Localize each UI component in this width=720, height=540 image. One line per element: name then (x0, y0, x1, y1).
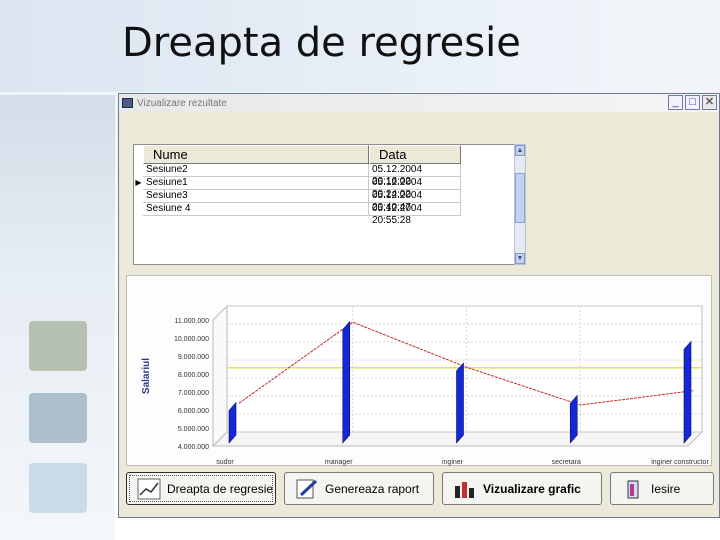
regression-line-label: Dreapta de regresie (167, 481, 274, 496)
bar-chart-icon (455, 481, 474, 498)
view-chart-button[interactable]: Vizualizare grafic (442, 472, 602, 505)
regression-line-button[interactable]: Dreapta de regresie (126, 472, 276, 505)
table-row[interactable]: ▶ Sesiune1 05.12.2004 20:24:02 (134, 177, 525, 200)
sessions-grid[interactable]: Nume Data Sesiune2 05.12.2004 20:16:02 ▶… (133, 144, 526, 265)
row-indicator (134, 203, 143, 216)
grid-scrollbar[interactable]: ▲ ▼ (514, 144, 526, 265)
x-tick-label: inginer (442, 459, 464, 466)
cell-name[interactable]: Sesiune3 (143, 190, 369, 203)
app-icon (122, 98, 133, 108)
cell-date[interactable]: 05.12.2004 20:16:02 (369, 164, 461, 187)
decor-square-2 (29, 393, 87, 443)
generate-report-button[interactable]: Genereaza raport (284, 472, 434, 505)
cell-name[interactable]: Sesiune2 (143, 164, 369, 177)
y-tick-label: 9.000.000 (178, 354, 209, 361)
maximize-button[interactable]: □ (685, 95, 700, 110)
results-window: Vizualizare rezultate _ □ ✕ Nume Data Se… (118, 93, 720, 518)
x-tick-label: manager (325, 459, 353, 466)
scroll-thumb[interactable] (515, 173, 525, 223)
y-tick-label: 4.000.000 (178, 444, 209, 451)
view-chart-label: Vizualizare grafic (483, 481, 581, 496)
y-tick-label: 6.000.000 (178, 408, 209, 415)
row-indicator: ▶ (135, 178, 142, 187)
chart-back-wall (226, 305, 703, 433)
y-tick-label: 11.000.000 (174, 318, 209, 325)
y-tick-label: 10.000.000 (174, 336, 209, 343)
close-button[interactable]: ✕ (702, 95, 717, 110)
table-row[interactable]: Sesiune2 05.12.2004 20:16:02 (134, 164, 525, 187)
exit-label: Iesire (651, 481, 681, 496)
cell-date[interactable]: 05.12.2004 20:55:28 (369, 203, 461, 226)
x-tick-label: secretara (552, 459, 581, 466)
decor-square-1 (29, 321, 87, 371)
y-axis-label: Salariul (141, 358, 152, 394)
generate-report-label: Genereaza raport (325, 481, 420, 496)
cell-name[interactable]: Sesiune 4 (143, 203, 369, 216)
line-chart-icon (137, 478, 161, 499)
slide-title: Dreapta de regresie (122, 20, 521, 66)
window-titlebar[interactable]: Vizualizare rezultate _ □ ✕ (119, 94, 719, 112)
scroll-down-icon[interactable]: ▼ (515, 253, 525, 264)
chart-bar (569, 394, 578, 444)
row-indicator-header (134, 145, 143, 164)
y-tick-label: 8.000.000 (178, 372, 209, 379)
chart-panel: 4.000.000 5.000.000 6.000.000 7.000.000 8.00… (126, 275, 712, 466)
row-indicator (134, 164, 143, 177)
exit-button[interactable]: Iesire (610, 472, 714, 505)
row-indicator (134, 190, 143, 203)
x-tick-label: sudor (216, 459, 234, 466)
exit-door-icon (627, 480, 639, 498)
regression-chart: 4.000.000 5.000.000 6.000.000 7.000.000 8.00… (141, 304, 709, 466)
decor-square-3 (29, 463, 87, 513)
chart-bar (683, 340, 692, 444)
column-header-name[interactable]: Nume (143, 145, 369, 164)
window-title: Vizualizare rezultate (137, 97, 227, 109)
scroll-up-icon[interactable]: ▲ (515, 145, 525, 156)
table-row[interactable]: Sesiune 4 05.12.2004 20:55:28 (134, 203, 525, 226)
chart-side-wall (212, 304, 228, 448)
y-tick-label: 5.000.000 (178, 426, 209, 433)
button-bar: Dreapta de regresie Genereaza raport Viz… (124, 472, 714, 508)
cell-date[interactable]: 05.12.2004 20:40:47 (369, 190, 461, 213)
grid-header: Nume Data (134, 145, 525, 164)
y-tick-label: 7.000.000 (178, 390, 209, 397)
table-row[interactable]: Sesiune3 05.12.2004 20:40:47 (134, 190, 525, 213)
chart-bar (342, 320, 351, 444)
cell-date[interactable]: 05.12.2004 20:24:02 (369, 177, 461, 200)
x-tick-label: inginer constructor (651, 459, 709, 466)
chart-bar (456, 362, 464, 444)
cell-name[interactable]: Sesiune1 (143, 177, 369, 190)
report-pen-icon (296, 479, 318, 498)
minimize-button[interactable]: _ (668, 95, 683, 110)
column-header-date[interactable]: Data (369, 145, 461, 164)
